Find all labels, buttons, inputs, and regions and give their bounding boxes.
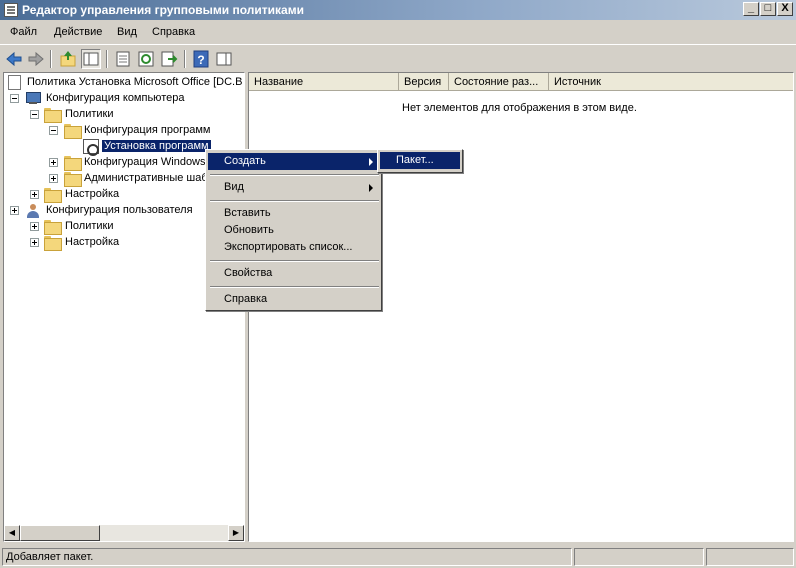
collapse-icon[interactable] [10,94,19,103]
refresh-icon[interactable] [136,49,156,69]
menu-view[interactable]: Вид [117,26,137,38]
show-hide-tree-icon[interactable] [81,49,101,69]
expand-icon[interactable] [10,206,19,215]
menu-file[interactable]: Файл [10,26,37,38]
scroll-left-button[interactable]: ◀ [4,525,20,541]
menu-item-label: Вид [224,181,244,193]
menu-item-properties[interactable]: Свойства [208,265,379,282]
menu-item-view[interactable]: Вид [208,179,379,196]
menu-help[interactable]: Справка [152,26,195,38]
scroll-right-button[interactable]: ▶ [228,525,244,541]
status-bar: Добавляет пакет. [0,546,796,568]
user-icon [25,204,41,218]
expand-icon[interactable] [49,158,58,167]
title-bar: Редактор управления групповыми политикам… [0,0,796,20]
forward-icon[interactable] [26,49,46,69]
folder-icon [44,108,62,123]
expand-icon[interactable] [30,238,39,247]
computer-icon [25,92,41,105]
submenu-arrow-icon [369,158,373,166]
menu-item-package[interactable]: Пакет... [380,152,460,169]
tree-item-label: Конфигурация программ [84,124,211,136]
tree-root-label: Политика Установка Microsoft Office [DC.… [27,76,243,88]
tree-item-label: Настройка [65,188,120,200]
gpo-editor-app-icon [4,3,18,17]
menu-item-export-list[interactable]: Экспортировать список... [208,239,379,256]
tree-item-label: Конфигурация пользователя [46,204,193,216]
column-header-deployment-state[interactable]: Состояние раз... [449,73,549,91]
menu-item-label: Свойства [224,267,273,279]
tree-item-label: Административные шаб [84,172,208,184]
submenu-arrow-icon [369,184,373,192]
menu-separator [210,260,379,262]
help-icon[interactable]: ? [191,49,211,69]
menu-action[interactable]: Действие [54,26,102,38]
status-cell-empty [706,548,794,566]
empty-list-message: Нет элементов для отображения в этом вид… [402,102,637,114]
menu-separator [210,174,379,176]
up-folder-icon[interactable] [58,49,78,69]
status-cell-empty [574,548,704,566]
expand-icon[interactable] [49,174,58,183]
folder-icon [64,156,82,171]
software-installation-icon [83,139,99,156]
menu-item-label: Пакет... [396,154,434,166]
toolbar-separator [184,50,186,68]
tree-item-label: Настройка [65,236,120,248]
menu-bar: Файл Действие Вид Справка [0,22,796,44]
show-hide-action-pane-icon[interactable] [214,49,234,69]
context-menu: Создать Вид Вставить Обновить Экспортиро… [205,149,382,311]
tree-horizontal-scrollbar[interactable]: ◀ ▶ [4,525,244,541]
status-text: Добавляет пакет. [2,548,572,566]
menu-separator [210,286,379,288]
menu-item-label: Экспортировать список... [224,241,353,253]
folder-icon [64,124,82,139]
menu-item-label: Создать [224,155,266,167]
expand-icon[interactable] [30,222,39,231]
column-header-name[interactable]: Название [249,73,399,91]
svg-text:?: ? [197,53,204,67]
back-icon[interactable] [4,49,24,69]
maximize-button[interactable]: □ [760,2,776,16]
minimize-button[interactable]: _ [743,2,759,16]
window-title: Редактор управления групповыми политикам… [22,3,304,17]
collapse-icon[interactable] [30,110,39,119]
expand-icon[interactable] [30,190,39,199]
column-header-source[interactable]: Источник [549,73,793,91]
menu-item-paste[interactable]: Вставить [208,205,379,222]
submenu-new: Пакет... [377,149,463,173]
toolbar-separator [50,50,52,68]
folder-icon [44,188,62,203]
menu-item-label: Справка [224,293,268,305]
folder-icon [44,236,62,251]
menu-item-label: Обновить [224,224,274,236]
menu-item-help[interactable]: Справка [208,291,379,308]
tree-item-label: Установка программ [102,140,211,152]
close-button[interactable]: X [777,2,793,16]
menu-item-new[interactable]: Создать [208,153,379,170]
tree-item-label: Политики [65,220,114,232]
tree-item-label: Конфигурация Windows [84,156,206,168]
toolbar: ? [0,44,796,72]
collapse-icon[interactable] [49,126,58,135]
folder-icon [44,220,62,235]
scroll-thumb[interactable] [20,525,100,541]
tree-item-label: Конфигурация компьютера [46,92,185,104]
column-header-version[interactable]: Версия [399,73,449,91]
toolbar-separator [106,50,108,68]
folder-icon [64,172,82,187]
menu-separator [210,200,379,202]
policy-document-icon [8,75,21,90]
menu-item-label: Вставить [224,207,271,219]
export-list-icon[interactable] [159,49,179,69]
properties-icon[interactable] [113,49,133,69]
tree-item-label: Политики [65,108,114,120]
menu-item-refresh[interactable]: Обновить [208,222,379,239]
